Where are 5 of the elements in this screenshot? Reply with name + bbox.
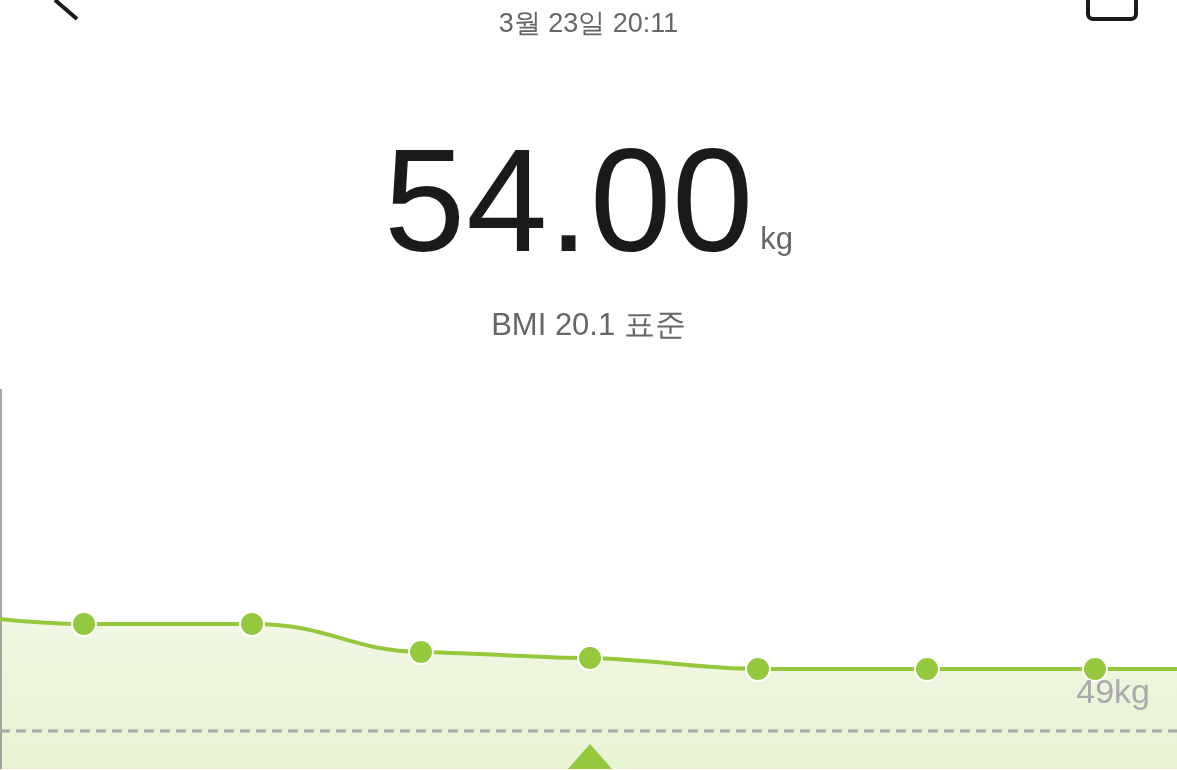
- reference-label: 49kg: [1076, 671, 1150, 710]
- bmi-status: BMI 20.1 표준: [491, 306, 686, 344]
- measurement-date: 3월 23일 20:11: [498, 7, 679, 37]
- weight-value: 54.00: [383, 128, 755, 274]
- weight-unit: kg: [760, 219, 794, 258]
